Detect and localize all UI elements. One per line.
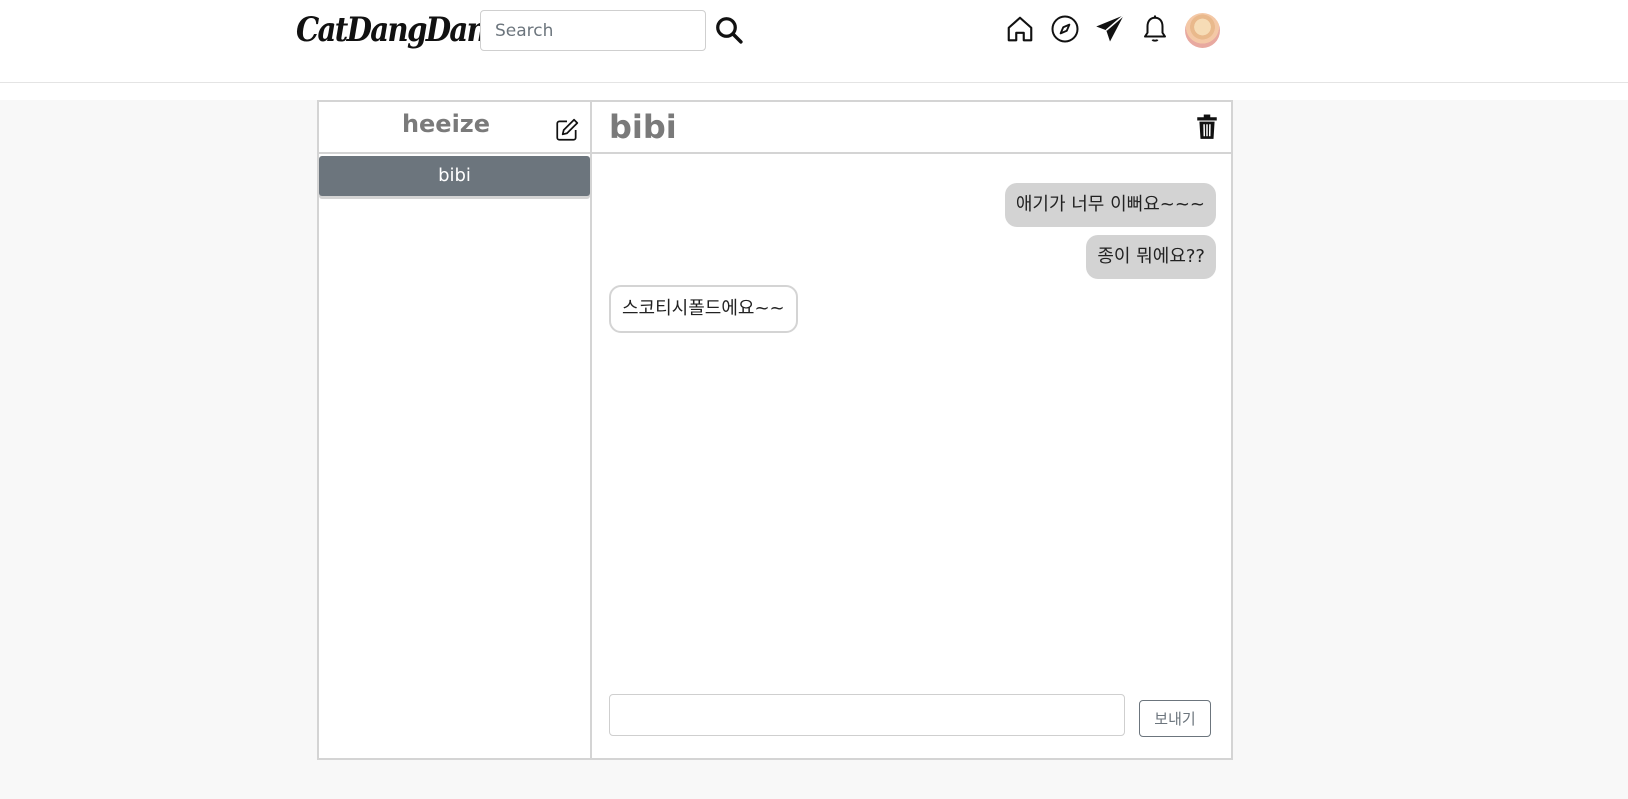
compass-icon	[1051, 15, 1079, 43]
profile-avatar[interactable]	[1185, 13, 1220, 48]
direct-messages-button[interactable]	[1093, 12, 1127, 46]
message-bubble-sent: 종이 뭐에요??	[1086, 235, 1216, 279]
conversation-list: heeize bibi	[319, 102, 592, 758]
search-input[interactable]	[480, 10, 706, 51]
trash-icon	[1197, 114, 1217, 139]
new-message-button[interactable]	[553, 116, 581, 144]
message-input[interactable]	[609, 694, 1125, 736]
top-navbar: CatDangDang	[0, 0, 1628, 100]
app-logo[interactable]: CatDangDang	[296, 6, 507, 54]
message-bubble-sent: 애기가 너무 이뻐요~~~	[1004, 183, 1216, 227]
conversation-item-bibi[interactable]: bibi	[319, 156, 590, 196]
home-button[interactable]	[1003, 12, 1037, 46]
notifications-button[interactable]	[1138, 12, 1172, 46]
send-button[interactable]: 보내기	[1139, 700, 1211, 737]
paper-plane-icon	[1096, 14, 1125, 42]
explore-button[interactable]	[1048, 12, 1082, 46]
navbar-divider	[0, 82, 1628, 83]
chat-header: bibi	[592, 102, 1231, 154]
current-username: heeize	[401, 110, 491, 138]
chat-title: bibi	[609, 108, 677, 146]
conversation-list-header: heeize	[319, 102, 590, 154]
bell-icon	[1144, 15, 1166, 42]
home-icon	[1007, 16, 1033, 42]
direct-messages-panel: heeize bibi bibi 애기가 너무 이뻐요~~~ 종이 뭐에요?? …	[317, 100, 1233, 760]
chat-window: bibi 애기가 너무 이뻐요~~~ 종이 뭐에요?? 스코티시폴드에요~~ 보…	[592, 102, 1231, 758]
search-icon	[716, 17, 743, 44]
delete-conversation-button[interactable]	[1194, 112, 1220, 142]
compose-edit-icon	[556, 118, 579, 141]
message-bubble-received: 스코티시폴드에요~~	[609, 285, 798, 333]
search-button[interactable]	[712, 13, 746, 47]
